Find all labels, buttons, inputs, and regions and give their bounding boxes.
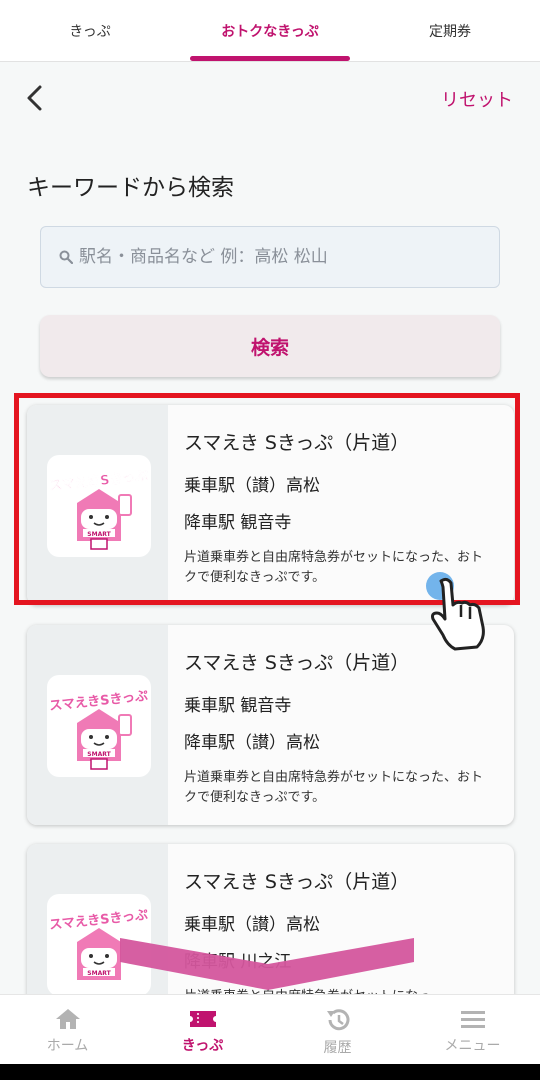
smaeki-s-kippu-logo: スマえきSきっぷ SMART — [47, 675, 151, 777]
chevron-left-icon — [27, 85, 42, 111]
search-box — [40, 226, 500, 288]
ticket-icon — [189, 1011, 216, 1027]
smaeki-s-kippu-logo: スマえきSきっぷ SMART — [47, 894, 151, 996]
search-icon — [59, 250, 73, 264]
nav-history-label: 履歴 — [323, 1040, 352, 1056]
tab-teikiken[interactable]: 定期券 — [360, 0, 540, 61]
back-button[interactable] — [20, 82, 52, 114]
nav-kippu[interactable]: きっぷ — [135, 995, 270, 1064]
search-section-title: キーワードから検索 — [27, 175, 234, 201]
tab-kippu[interactable]: きっぷ — [0, 0, 180, 61]
ticket-thumbnail: スマえきSきっぷ SMART — [27, 844, 168, 1004]
alighting-station: 降車駅 観音寺 — [184, 513, 292, 533]
alighting-station: 降車駅 川之江 — [184, 952, 292, 972]
nav-menu[interactable]: メニュー — [405, 995, 540, 1064]
ticket-card[interactable]: スマえきSきっぷ SMART スマえき Sきっぷ（片道） 乗車駅（讃）高松 降車… — [27, 844, 514, 1004]
ticket-type-tabs: きっぷ おトクなきっぷ 定期券 — [0, 0, 540, 62]
ticket-title: スマえき Sきっぷ（片道） — [184, 652, 410, 674]
reset-link[interactable]: リセット — [441, 86, 513, 112]
boarding-station: 乗車駅（讃）高松 — [184, 915, 320, 935]
smaeki-s-kippu-logo: スマえきSきっぷ SMART — [47, 455, 151, 557]
logo-badge-text: SMART — [87, 970, 111, 977]
nav-home[interactable]: ホーム — [0, 995, 135, 1064]
ticket-thumbnail: スマえきSきっぷ SMART — [27, 625, 168, 825]
search-button[interactable]: 検索 — [40, 315, 500, 377]
nav-home-label: ホーム — [46, 1038, 89, 1054]
ticket-card[interactable]: スマえきSきっぷ SMART スマえき Sきっぷ（片道） 乗車駅 観音寺 降車駅… — [27, 625, 514, 825]
alighting-station: 降車駅（讃）高松 — [184, 733, 320, 753]
boarding-station: 乗車駅 観音寺 — [184, 696, 292, 716]
tab-otoku-kippu[interactable]: おトクなきっぷ — [180, 0, 360, 61]
ticket-description: 片道乗車券と自由席特急券がセットになった、おトクで便利なきっぷです。 — [184, 770, 484, 805]
pointing-hand-icon — [431, 577, 485, 651]
nav-kippu-label: きっぷ — [181, 1038, 224, 1054]
logo-badge-text: SMART — [87, 751, 111, 758]
nav-history[interactable]: 履歴 — [270, 995, 405, 1064]
bottom-navigation: ホーム きっぷ 履歴 メニュー — [0, 994, 540, 1064]
menu-icon — [460, 1011, 485, 1028]
system-bar — [0, 1064, 540, 1080]
search-input[interactable] — [79, 247, 479, 267]
ticket-title: スマえき Sきっぷ（片道） — [184, 871, 410, 893]
ticket-title: スマえき Sきっぷ（片道） — [184, 432, 410, 454]
logo-badge-text: SMART — [87, 531, 111, 538]
home-icon — [55, 1009, 80, 1029]
nav-menu-label: メニュー — [444, 1038, 501, 1054]
history-icon — [326, 1009, 349, 1031]
ticket-thumbnail: スマえきSきっぷ SMART — [27, 405, 168, 605]
boarding-station: 乗車駅（讃）高松 — [184, 476, 320, 496]
